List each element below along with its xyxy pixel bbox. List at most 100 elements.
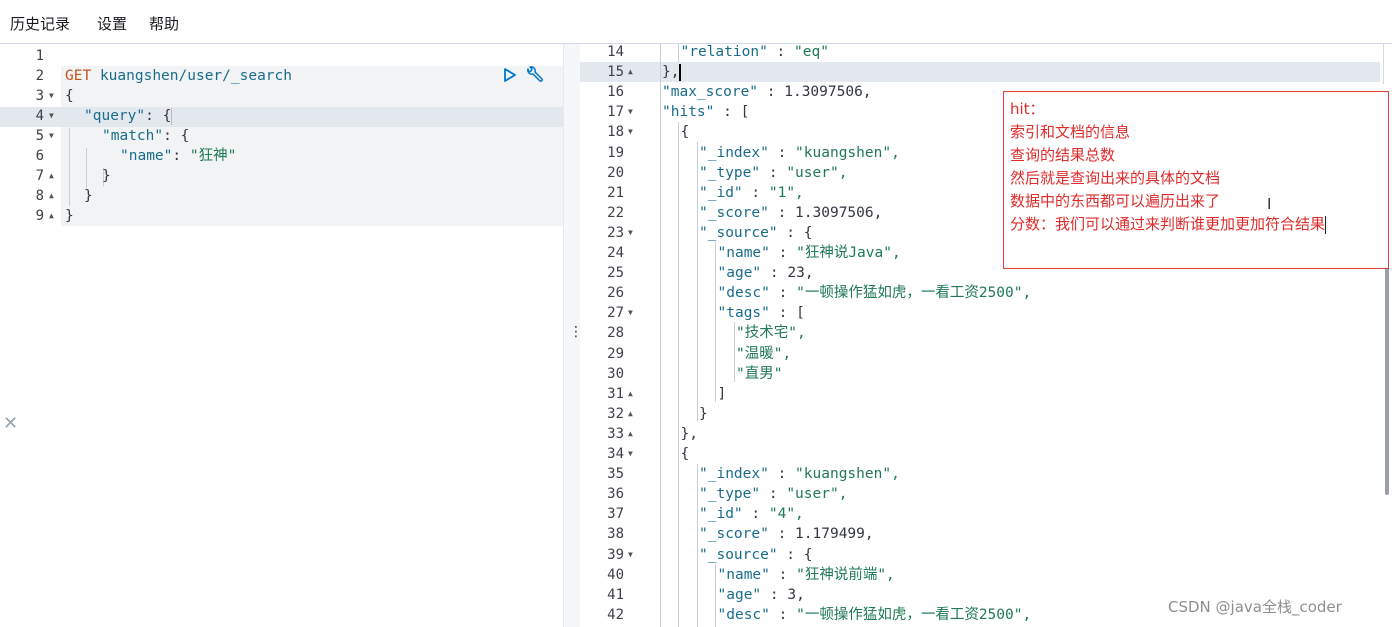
code-line: "温暖",	[736, 344, 791, 364]
json-value: "1",	[768, 184, 804, 201]
text-cursor	[1325, 215, 1327, 234]
line-number: 20	[607, 164, 624, 181]
json-punct: {	[803, 224, 813, 241]
fold-down-icon[interactable]: ▼	[628, 122, 633, 142]
indent-guide	[678, 44, 679, 62]
line-number: 34	[607, 446, 624, 462]
menu-help[interactable]: 帮助	[149, 13, 179, 34]
line-number: 22	[607, 204, 624, 221]
line-number: 30	[607, 365, 624, 382]
line-number: 19	[607, 144, 624, 161]
request-url: kuangshen/user/_search	[99, 68, 292, 84]
play-icon[interactable]	[503, 67, 517, 83]
fold-up-icon[interactable]: ▲	[49, 206, 54, 226]
fold-up-icon[interactable]: ▲	[628, 384, 633, 404]
json-key: "_score"	[699, 526, 769, 543]
line-number: 8	[35, 188, 44, 204]
fold-up-icon[interactable]: ▲	[628, 62, 633, 82]
code-line: ]	[718, 384, 727, 404]
code-line: },	[681, 424, 698, 444]
json-key: "relation"	[680, 44, 768, 60]
json-punct: : {	[145, 108, 172, 124]
code-line: "_id" : "4",	[699, 506, 804, 523]
json-punct: [	[740, 104, 750, 121]
line-number: 36	[607, 486, 624, 503]
code-line: "_type" : "user",	[699, 486, 848, 503]
fold-down-icon[interactable]: ▼	[49, 126, 54, 146]
json-punct: }	[699, 405, 708, 422]
json-key: "_index"	[699, 466, 769, 483]
pane-splitter[interactable]: ⋮	[563, 44, 583, 627]
close-icon[interactable]: ✕	[3, 413, 18, 434]
fold-up-icon[interactable]: ▲	[49, 186, 54, 206]
watermark: CSDN @java全栈_coder	[1168, 598, 1342, 616]
json-key: "query"	[84, 108, 146, 124]
line-number: 23	[607, 224, 624, 241]
annotation-line: 分数：我们可以通过来判断谁更加更加符合结果	[1010, 214, 1327, 234]
wrench-icon[interactable]	[524, 66, 544, 84]
left-gutter: 1 2 3 ▼ 4 ▼ 5 ▼ 6 7 ▲ 8 ▲ 9 ▲	[0, 44, 61, 627]
json-key: "desc"	[717, 285, 770, 302]
line-number: 7	[35, 168, 44, 184]
json-value: "狂神"	[189, 148, 237, 164]
fold-down-icon[interactable]: ▼	[49, 86, 54, 106]
json-number: 1.3097506,	[795, 204, 883, 221]
line-number: 28	[607, 325, 624, 342]
fold-down-icon[interactable]: ▼	[628, 444, 633, 464]
line-number: 39	[607, 546, 624, 563]
code-line: "match": {	[102, 126, 189, 146]
fold-down-icon[interactable]: ▼	[49, 106, 54, 126]
code-line: "_source" : {	[699, 546, 813, 563]
indent-guide	[69, 128, 70, 206]
json-punct: {	[680, 446, 690, 462]
code-line: "_id" : "1",	[699, 184, 804, 201]
line-number: 38	[607, 526, 624, 543]
json-value: "user",	[786, 164, 848, 181]
text-cursor	[679, 63, 682, 81]
line-number: 37	[607, 506, 624, 523]
fold-down-icon[interactable]: ▼	[628, 223, 633, 243]
line-number: 4	[35, 108, 44, 124]
fold-down-icon[interactable]: ▼	[628, 545, 633, 565]
code-line: "query": {	[84, 106, 173, 126]
indent-guide	[678, 122, 679, 627]
json-punct: },	[662, 64, 680, 81]
fold-up-icon[interactable]: ▲	[628, 424, 633, 444]
text-cursor	[171, 107, 173, 125]
json-key: "hits"	[662, 104, 715, 121]
code-line: }	[699, 404, 708, 424]
json-value: "直男"	[736, 365, 783, 382]
code-line: "name": "狂神"	[120, 146, 236, 166]
json-key: "_id"	[699, 184, 743, 201]
line-number: 6	[35, 148, 44, 164]
annotation-line: 索引和文档的信息	[1010, 123, 1131, 141]
line-number: 15	[607, 64, 624, 81]
fold-up-icon[interactable]: ▲	[49, 166, 54, 186]
request-line: GET kuangshen/user/_search	[65, 66, 292, 86]
code-line: },	[662, 62, 682, 82]
json-value: "kuangshen",	[795, 144, 900, 161]
annotation-line: 查询的结果总数	[1010, 146, 1116, 164]
json-key: "age"	[717, 265, 762, 282]
line-number: 16	[607, 84, 624, 101]
menu-history[interactable]: 历史记录	[10, 13, 70, 34]
indent-guide	[697, 142, 698, 422]
json-value: "狂神说Java",	[796, 245, 901, 261]
code-line: }	[65, 208, 74, 224]
code-line: "技术宅",	[736, 323, 806, 343]
code-line: "age" : 23,	[717, 265, 814, 282]
indent-guide	[715, 242, 716, 402]
fold-down-icon[interactable]: ▼	[628, 303, 633, 323]
code-line: "name" : "狂神说Java",	[717, 245, 901, 261]
menu-settings[interactable]: 设置	[97, 13, 127, 34]
fold-down-icon[interactable]: ▼	[628, 102, 633, 122]
json-key: "_source"	[699, 546, 778, 563]
code-line: "max_score" : 1.3097506,	[662, 84, 872, 101]
request-editor[interactable]: 1 2 3 ▼ 4 ▼ 5 ▼ 6 7 ▲ 8 ▲ 9 ▲ GET kuangs…	[0, 44, 563, 627]
code-line: "desc" : "一顿操作猛如虎，一看工资2500",	[717, 606, 1032, 623]
json-key: "tags"	[717, 305, 770, 322]
code-line: "tags" : [	[717, 305, 805, 322]
annotation-box: hit： 索引和文档的信息 查询的结果总数 然后就是查询出来的具体的文档 数据中…	[1003, 91, 1389, 269]
fold-up-icon[interactable]: ▲	[628, 404, 633, 424]
json-key: "desc"	[717, 606, 770, 623]
